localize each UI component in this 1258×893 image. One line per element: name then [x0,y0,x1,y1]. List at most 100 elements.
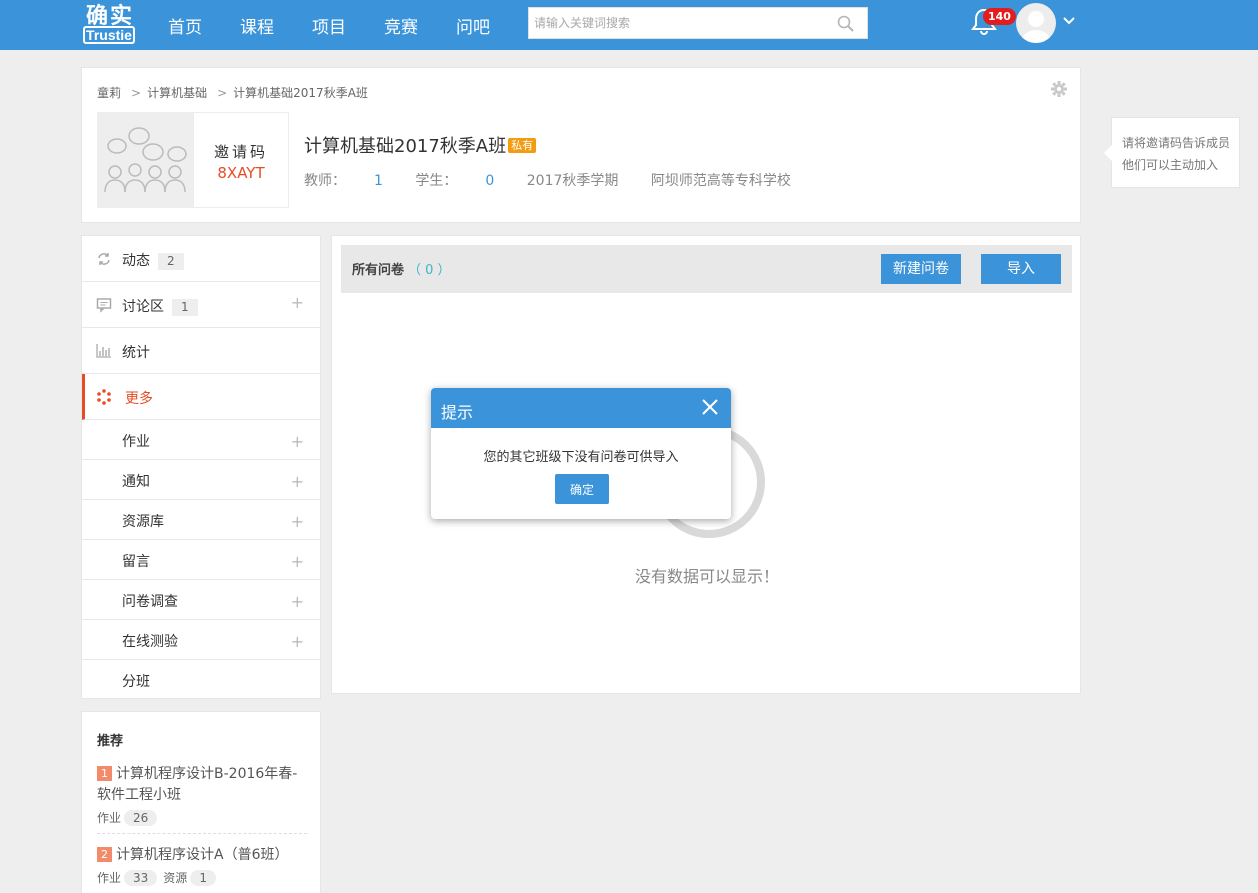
close-icon[interactable] [701,398,719,416]
notification-badge[interactable]: 140 [983,8,1016,25]
recommend-meta: 作业 33 资源 1 [97,868,307,889]
section-title-text: 所有问卷 [352,263,405,278]
tip-line: 他们可以主动加入 [1122,158,1219,172]
meta-count: 1 [190,870,216,886]
breadcrumb-course[interactable]: 计算机基础 [147,86,207,100]
sidebar-item-label: 动态 [122,253,150,269]
course-header-card: 童莉 > 计算机基础 > 计算机基础2017秋季A班 邀请码 8XAYT 计算机基础20… [81,67,1081,223]
student-count[interactable]: 0 [485,173,494,189]
breadcrumb-teacher[interactable]: 童莉 [97,86,121,100]
rank-badge: 2 [97,847,112,862]
comment-icon [96,298,112,313]
meta-label: 作业 [97,811,122,825]
recommend-course-name[interactable]: 计算机程序设计B-2016年春-软件工程小班 [97,766,297,803]
sidebar-sub-online-quiz[interactable]: 在线测验 + [82,620,320,660]
sidebar-item-label: 更多 [125,391,153,407]
recommend-item[interactable]: 2 计算机程序设计A（普6班） 作业 33 资源 1 [97,845,307,889]
course-title: 计算机基础2017秋季A班 私有 [304,132,537,158]
sidebar-sub-label: 分班 [122,674,150,690]
dialog-header: 提示 [431,388,731,428]
questionnaire-header-bar: 所有问卷（ 0 ） 新建问卷 导入 [341,245,1072,293]
course-title-text: 计算机基础2017秋季A班 [304,136,507,157]
teacher-label: 教师： [304,173,346,189]
teacher-count[interactable]: 1 [374,173,383,189]
recommend-course-name[interactable]: 计算机程序设计A（普6班） [116,847,288,863]
bar-chart-icon [96,344,111,358]
invite-code-box: 邀请码 8XAYT [193,112,289,208]
count-badge: 2 [158,253,184,270]
sidebar-sub-messages[interactable]: 留言 + [82,540,320,580]
recommend-card: 推荐 1 计算机程序设计B-2016年春-软件工程小班 作业 26 2 计算机程序设计… [81,711,321,893]
search-input[interactable] [529,8,819,38]
sidebar-item-discussion[interactable]: 讨论区 1 + [82,282,320,328]
sidebar-item-label: 讨论区 [122,299,164,315]
teacher-stat: 教师： 1 [304,173,383,189]
sidebar-sub-questionnaire[interactable]: 问卷调查 + [82,580,320,620]
sidebar-sub-label: 在线测验 [122,634,178,650]
invite-code: 8XAYT [217,164,265,182]
sidebar-item-more[interactable]: 更多 [82,374,320,420]
meta-label: 资源 [163,871,188,885]
dialog-message: 您的其它班级下没有问卷可供导入 [483,450,679,465]
sidebar-sub-resources[interactable]: 资源库 + [82,500,320,540]
term: 2017秋季学期 [526,173,619,189]
meta-label: 作业 [97,871,122,885]
course-image [97,112,193,208]
nav-qa[interactable]: 问吧 [456,13,490,38]
divider [97,833,307,834]
sidebar-sub-label: 问卷调查 [122,594,178,610]
new-questionnaire-button[interactable]: 新建问卷 [881,254,961,284]
sidebar-sub-homework[interactable]: 作业 + [82,420,320,460]
sidebar-item-activity[interactable]: 动态 2 [82,236,320,282]
section-title: 所有问卷（ 0 ） [352,259,451,278]
recommend-meta: 作业 26 [97,808,307,829]
recommend-title: 推荐 [97,734,124,749]
section-count: （ 0 ） [408,263,451,278]
rank-badge: 1 [97,766,112,781]
student-stat: 学生： 0 [415,173,494,189]
top-navbar: 确实 Trustie 首页 课程 项目 竞赛 问吧 140 [0,0,1258,50]
add-resource-icon[interactable]: + [291,512,304,531]
meta-count: 33 [124,870,158,886]
gear-icon[interactable] [1050,80,1068,98]
more-dots-icon [97,389,111,405]
add-questionnaire-icon[interactable]: + [291,592,304,611]
add-message-icon[interactable]: + [291,552,304,571]
import-button[interactable]: 导入 [981,254,1061,284]
private-badge: 私有 [508,138,537,153]
user-avatar[interactable] [1016,3,1056,43]
alert-dialog: 提示 您的其它班级下没有问卷可供导入 确定 [431,388,731,519]
sidebar-item-statistics[interactable]: 统计 [82,328,320,374]
sidebar-sub-label: 作业 [122,434,150,450]
student-label: 学生： [415,173,458,189]
chevron-down-icon[interactable] [1062,14,1076,28]
sidebar-sub-notice[interactable]: 通知 + [82,460,320,500]
nav-home[interactable]: 首页 [168,13,202,38]
trustie-logo[interactable]: 确实 Trustie [82,0,136,46]
nav-courses[interactable]: 课程 [240,13,274,38]
meta-count: 26 [124,810,158,826]
invite-tip-tooltip: 请将邀请码告诉成员 他们可以主动加入 [1104,117,1240,188]
nav-contests[interactable]: 竞赛 [384,13,418,38]
breadcrumb: 童莉 > 计算机基础 > 计算机基础2017秋季A班 [97,84,372,101]
add-quiz-icon[interactable]: + [291,632,304,651]
sidebar-sub-label: 资源库 [122,514,164,530]
count-badge: 1 [172,299,198,316]
search-icon[interactable] [837,15,855,33]
confirm-button[interactable]: 确定 [555,474,609,504]
course-meta: 教师： 1 学生： 0 2017秋季学期 阿坝师范高等专科学校 [304,170,819,190]
sidebar-sub-label: 留言 [122,554,150,570]
add-homework-icon[interactable]: + [291,432,304,451]
sidebar-sub-groups[interactable]: 分班 [82,660,320,700]
course-sidebar: 动态 2 讨论区 1 + 统计 更多 作业 + 通知 + 资源库 + 留言 + 问卷… [81,235,321,699]
school: 阿坝师范高等专科学校 [650,173,791,189]
sidebar-item-label: 统计 [122,345,150,361]
tip-line: 请将邀请码告诉成员 [1122,136,1231,150]
breadcrumb-class[interactable]: 计算机基础2017秋季A班 [233,86,368,100]
recommend-item[interactable]: 1 计算机程序设计B-2016年春-软件工程小班 作业 26 [97,764,307,829]
sidebar-sub-label: 通知 [122,474,150,490]
nav-projects[interactable]: 项目 [312,13,346,38]
breadcrumb-separator: > [217,86,228,100]
add-discussion-icon[interactable]: + [291,293,304,312]
add-notice-icon[interactable]: + [291,472,304,491]
